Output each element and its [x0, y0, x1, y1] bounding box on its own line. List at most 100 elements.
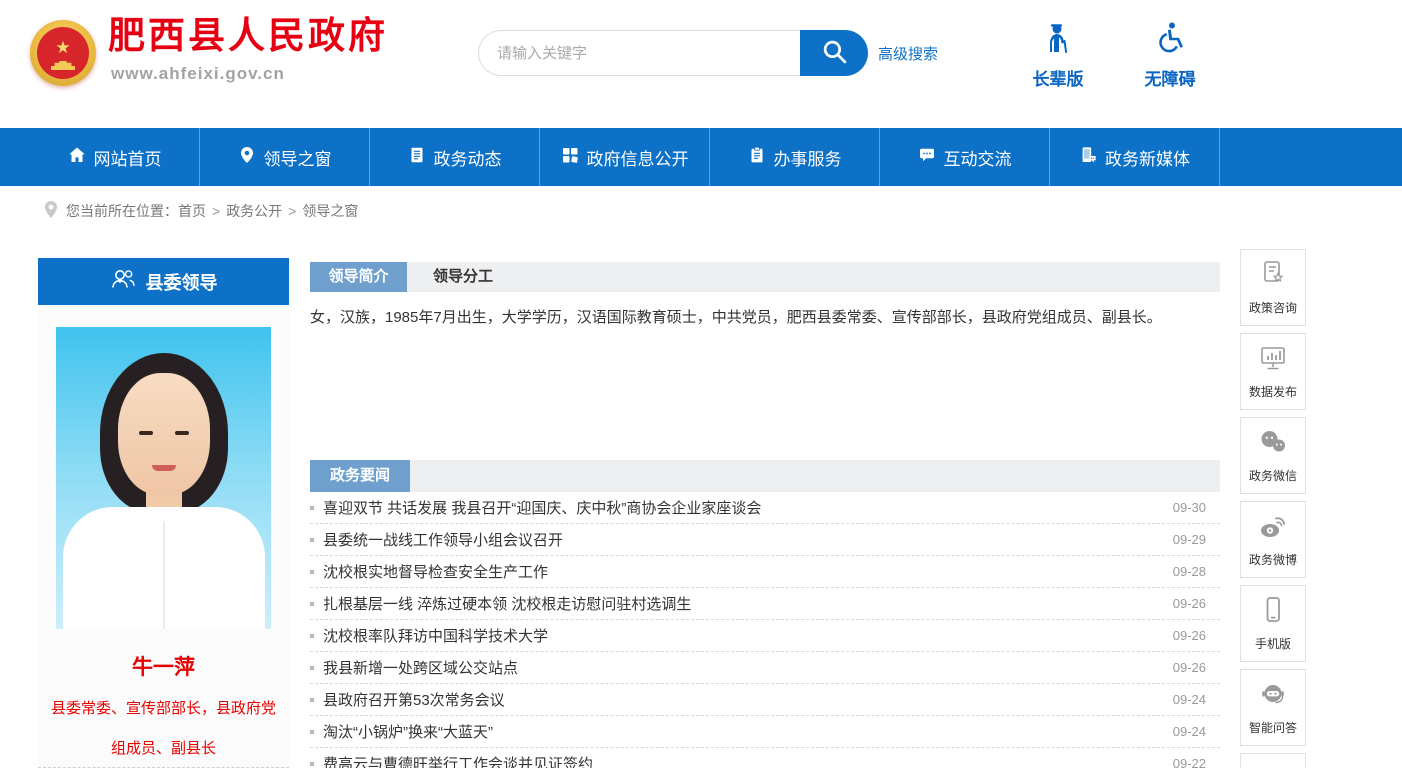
news-item: 扎根基层一线 淬炼过硬本领 沈校根走访慰问驻村选调生 09-26	[310, 588, 1220, 620]
accessibility-links: 长辈版 无障碍	[1018, 20, 1210, 90]
quick-link-policy-consult[interactable]: 政策咨询	[1240, 249, 1306, 326]
news-section-header: 政务要闻	[310, 460, 1220, 492]
news-item: 县政府召开第53次常务会议 09-24	[310, 684, 1220, 716]
chat-icon	[918, 146, 936, 169]
leader-name: 牛一萍	[38, 651, 289, 681]
tab-leader-duties[interactable]: 领导分工	[425, 262, 501, 292]
map-pin-icon	[238, 146, 256, 169]
location-pin-icon	[44, 201, 66, 222]
quick-link-label: 手机版	[1255, 635, 1291, 652]
quick-links-panel: 政策咨询 数据发布 政务微信 政务微博 手机版 智能问答	[1240, 249, 1306, 768]
people-icon	[110, 268, 136, 295]
nav-label: 互动交流	[944, 145, 1012, 170]
policy-consult-icon	[1258, 259, 1288, 294]
elder-version-label: 长辈版	[1033, 65, 1084, 90]
search-icon	[821, 38, 848, 68]
quick-link-label: 智能问答	[1249, 719, 1297, 736]
leader-intro-section: 领导简介 领导分工 女，汉族，1985年7月出生，大学学历，汉语国际教育硕士，中…	[310, 262, 1220, 331]
news-item: 县委统一战线工作领导小组会议召开 09-29	[310, 524, 1220, 556]
quick-link-qa-robot[interactable]: 智能问答	[1240, 669, 1306, 746]
breadcrumb-separator: >	[288, 203, 296, 219]
clipboard-icon	[748, 146, 766, 169]
elder-icon	[1042, 20, 1074, 59]
news-item: 喜迎双节 共话发展 我县召开“迎国庆、庆中秋”商协会企业家座谈会 09-30	[310, 492, 1220, 524]
news-link[interactable]: 县委统一战线工作领导小组会议召开	[323, 529, 1153, 550]
search-input[interactable]	[478, 30, 800, 76]
quick-link-mobile-version[interactable]: 手机版	[1240, 585, 1306, 662]
news-date: 09-26	[1173, 628, 1206, 643]
news-link[interactable]: 沈校根率队拜访中国科学技术大学	[323, 625, 1153, 646]
news-date: 09-28	[1173, 564, 1206, 579]
quick-link-label: 政策咨询	[1249, 299, 1297, 316]
news-link[interactable]: 费高云与曹德旺举行工作会谈并见证签约	[323, 753, 1153, 768]
nav-item-info-disclosure[interactable]: 政府信息公开	[540, 128, 710, 186]
news-date: 09-24	[1173, 724, 1206, 739]
news-link[interactable]: 沈校根实地督导检查安全生产工作	[323, 561, 1153, 582]
news-item: 费高云与曹德旺举行工作会谈并见证签约 09-22	[310, 748, 1220, 768]
breadcrumb-leader-window[interactable]: 领导之窗	[302, 201, 358, 221]
nav-label: 政府信息公开	[587, 145, 689, 170]
gov-news-section: 政务要闻 喜迎双节 共话发展 我县召开“迎国庆、庆中秋”商协会企业家座谈会 09-…	[310, 460, 1220, 768]
news-list: 喜迎双节 共话发展 我县召开“迎国庆、庆中秋”商协会企业家座谈会 09-30 县委…	[310, 492, 1220, 768]
leader-tabs: 领导简介 领导分工	[310, 262, 1220, 292]
news-date: 09-22	[1173, 756, 1206, 768]
nav-label: 政务动态	[434, 145, 502, 170]
quick-link-weibo[interactable]: 政务微博	[1240, 501, 1306, 578]
news-date: 09-29	[1173, 532, 1206, 547]
leader-title: 县委常委、宣传部部长，县政府党组成员、副县长	[38, 689, 289, 768]
mobile-version-icon	[1258, 595, 1288, 630]
nav-item-home[interactable]: 网站首页	[30, 128, 200, 186]
home-icon	[68, 146, 86, 169]
news-link[interactable]: 我县新增一处跨区域公交站点	[323, 657, 1153, 678]
weibo-icon	[1258, 511, 1288, 546]
site-url: www.ahfeixi.gov.cn	[111, 64, 388, 84]
national-emblem-icon: ★	[30, 20, 96, 86]
page-header: ★ 肥西县人民政府 www.ahfeixi.gov.cn 高级搜索	[0, 0, 1402, 128]
advanced-search-link[interactable]: 高级搜索	[878, 43, 938, 64]
quick-link-data-release[interactable]: 数据发布	[1240, 333, 1306, 410]
breadcrumb-gov-open[interactable]: 政务公开	[226, 201, 282, 221]
news-date: 09-24	[1173, 692, 1206, 707]
nav-item-leaders[interactable]: 领导之窗	[200, 128, 370, 186]
news-link[interactable]: 喜迎双节 共话发展 我县召开“迎国庆、庆中秋”商协会企业家座谈会	[323, 497, 1153, 518]
search-bar: 高级搜索	[478, 30, 938, 76]
nav-item-gov-news[interactable]: 政务动态	[370, 128, 540, 186]
sidebar-header-label: 县委领导	[146, 269, 218, 295]
elder-version-button[interactable]: 长辈版	[1018, 20, 1098, 90]
news-link[interactable]: 县政府召开第53次常务会议	[323, 689, 1153, 710]
nav-item-interaction[interactable]: 互动交流	[880, 128, 1050, 186]
news-date: 09-30	[1173, 500, 1206, 515]
news-item: 沈校根率队拜访中国科学技术大学 09-26	[310, 620, 1220, 652]
quick-link-wechat[interactable]: 政务微信	[1240, 417, 1306, 494]
quick-link-label: 数据发布	[1249, 383, 1297, 400]
nav-label: 政务新媒体	[1105, 145, 1190, 170]
grid-icon	[561, 146, 579, 169]
site-title: 肥西县人民政府	[108, 14, 388, 58]
breadcrumb-home[interactable]: 首页	[178, 201, 206, 221]
news-item: 沈校根实地督导检查安全生产工作 09-28	[310, 556, 1220, 588]
document-icon	[408, 146, 426, 169]
breadcrumb-separator: >	[212, 203, 220, 219]
leader-sidebar: 县委领导 牛一萍 县委常委、宣传部部长，县政府党组成员、副县长	[38, 258, 289, 768]
search-button[interactable]	[800, 30, 868, 76]
quick-link-clipped[interactable]	[1240, 753, 1306, 768]
tab-leader-intro[interactable]: 领导简介	[310, 262, 407, 292]
wechat-icon	[1258, 427, 1288, 462]
news-date: 09-26	[1173, 660, 1206, 675]
breadcrumb: 您当前所在位置： 首页 > 政务公开 > 领导之窗	[0, 186, 1402, 236]
site-logo-link[interactable]: ★ 肥西县人民政府 www.ahfeixi.gov.cn	[30, 14, 388, 86]
nav-item-new-media[interactable]: 政务新媒体	[1050, 128, 1220, 186]
accessibility-button[interactable]: 无障碍	[1130, 20, 1210, 90]
main-navigation: 网站首页 领导之窗 政务动态 政府信息公开 办事服务	[0, 128, 1402, 186]
data-release-icon	[1258, 343, 1288, 378]
nav-item-services[interactable]: 办事服务	[710, 128, 880, 186]
news-section-title: 政务要闻	[310, 460, 410, 492]
news-link[interactable]: 淘汰“小锅炉”换来“大蓝天”	[323, 721, 1153, 742]
nav-label: 网站首页	[94, 145, 162, 170]
breadcrumb-prefix: 您当前所在位置：	[66, 201, 178, 221]
nav-label: 办事服务	[774, 145, 842, 170]
news-item: 我县新增一处跨区域公交站点 09-26	[310, 652, 1220, 684]
qa-robot-icon	[1258, 679, 1288, 714]
news-date: 09-26	[1173, 596, 1206, 611]
news-link[interactable]: 扎根基层一线 淬炼过硬本领 沈校根走访慰问驻村选调生	[323, 593, 1153, 614]
